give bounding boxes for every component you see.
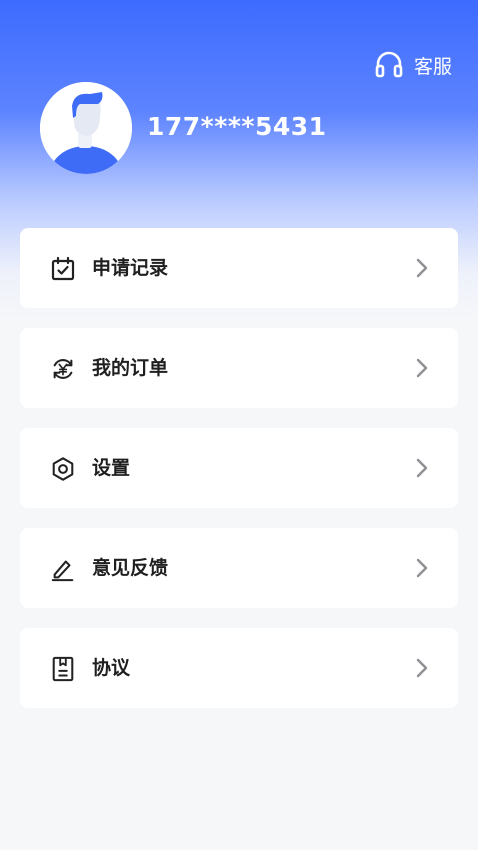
customer-service-label: 客服: [413, 55, 452, 78]
yen-refresh-icon: [50, 356, 76, 382]
chevron-right-icon: [416, 558, 428, 578]
chevron-right-icon: [416, 358, 428, 378]
menu-item-label: 设置: [92, 457, 131, 479]
chevron-right-icon: [416, 458, 428, 478]
phone-number: 177****5431: [147, 112, 327, 141]
chevron-right-icon: [416, 658, 428, 678]
menu-item-label: 意见反馈: [92, 557, 169, 579]
menu-item-settings[interactable]: 设置: [20, 428, 458, 508]
headset-icon: [374, 51, 404, 79]
menu-item-application-records[interactable]: 申请记录: [20, 228, 458, 308]
customer-service-button[interactable]: 客服: [374, 50, 452, 80]
pencil-icon: [50, 556, 76, 582]
menu-list: 申请记录 我的订单 设置 意见反馈 协议: [20, 228, 458, 728]
menu-item-label: 申请记录: [92, 257, 169, 279]
menu-item-label: 协议: [92, 657, 131, 679]
avatar[interactable]: [40, 82, 132, 174]
document-icon: [50, 656, 76, 682]
menu-item-label: 我的订单: [92, 357, 169, 379]
gear-icon: [50, 456, 76, 482]
menu-item-agreement[interactable]: 协议: [20, 628, 458, 708]
user-avatar-icon: [40, 82, 132, 174]
menu-item-my-orders[interactable]: 我的订单: [20, 328, 458, 408]
calendar-check-icon: [50, 256, 76, 282]
menu-item-feedback[interactable]: 意见反馈: [20, 528, 458, 608]
chevron-right-icon: [416, 258, 428, 278]
